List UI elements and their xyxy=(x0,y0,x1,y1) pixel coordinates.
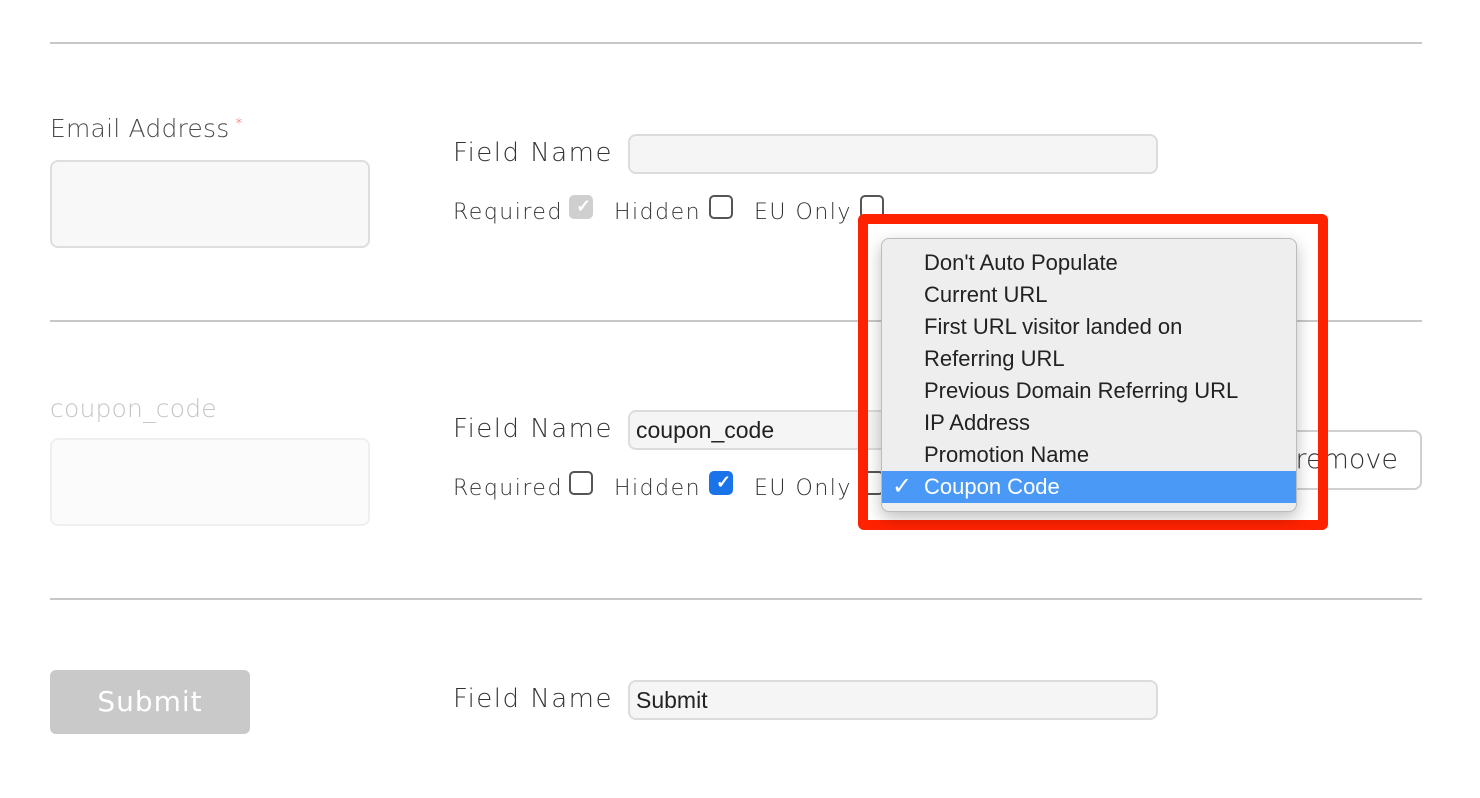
section-divider xyxy=(50,42,1422,44)
hidden-label: Hidden xyxy=(614,476,702,501)
section-divider xyxy=(50,598,1422,600)
auto-populate-dropdown[interactable]: Don't Auto Populate Current URL First UR… xyxy=(881,238,1297,512)
submit-preview-button[interactable]: Submit xyxy=(50,670,250,734)
check-icon: ✓ xyxy=(716,472,732,492)
email-preview-input[interactable] xyxy=(50,160,370,248)
eu-only-label: EU Only xyxy=(754,200,852,225)
required-marker: * xyxy=(235,115,243,132)
email-preview-label: Email Address * xyxy=(50,114,243,143)
required-checkbox[interactable]: ✓ xyxy=(569,195,593,219)
coupon-preview-input[interactable] xyxy=(50,438,370,526)
dropdown-item-dont-auto-populate[interactable]: Don't Auto Populate xyxy=(882,247,1296,279)
dropdown-item-previous-domain-referring-url[interactable]: Previous Domain Referring URL xyxy=(882,375,1296,407)
email-preview-label-text: Email Address xyxy=(50,114,230,143)
email-field-name-input[interactable] xyxy=(628,134,1158,174)
dropdown-item-label: Referring URL xyxy=(924,346,1065,371)
field-name-label: Field Name xyxy=(453,684,613,714)
eu-only-label: EU Only xyxy=(754,476,852,501)
dropdown-item-promotion-name[interactable]: Promotion Name xyxy=(882,439,1296,471)
dropdown-item-label: Don't Auto Populate xyxy=(924,250,1118,275)
dropdown-item-label: Current URL xyxy=(924,282,1048,307)
dropdown-item-label: Coupon Code xyxy=(924,474,1060,499)
dropdown-item-current-url[interactable]: Current URL xyxy=(882,279,1296,311)
hidden-checkbox[interactable] xyxy=(709,195,733,219)
dropdown-item-label: Promotion Name xyxy=(924,442,1090,467)
required-label: Required xyxy=(453,476,563,501)
hidden-checkbox[interactable]: ✓ xyxy=(709,471,733,495)
field-name-label: Field Name xyxy=(453,414,613,444)
dropdown-item-label: First URL visitor landed on xyxy=(924,314,1183,339)
dropdown-item-label: IP Address xyxy=(924,410,1030,435)
dropdown-item-ip-address[interactable]: IP Address xyxy=(882,407,1296,439)
dropdown-item-label: Previous Domain Referring URL xyxy=(924,378,1239,403)
coupon-preview-label: coupon_code xyxy=(50,394,217,423)
hidden-label: Hidden xyxy=(614,200,702,225)
required-label: Required xyxy=(453,200,563,225)
dropdown-item-coupon-code[interactable]: ✓ Coupon Code xyxy=(882,471,1296,503)
dropdown-item-referring-url[interactable]: Referring URL xyxy=(882,343,1296,375)
field-name-label: Field Name xyxy=(453,138,613,168)
required-checkbox[interactable] xyxy=(569,471,593,495)
submit-field-name-input[interactable] xyxy=(628,680,1158,720)
dropdown-item-first-url[interactable]: First URL visitor landed on xyxy=(882,311,1296,343)
check-icon: ✓ xyxy=(576,196,592,216)
checkmark-icon: ✓ xyxy=(892,473,913,500)
